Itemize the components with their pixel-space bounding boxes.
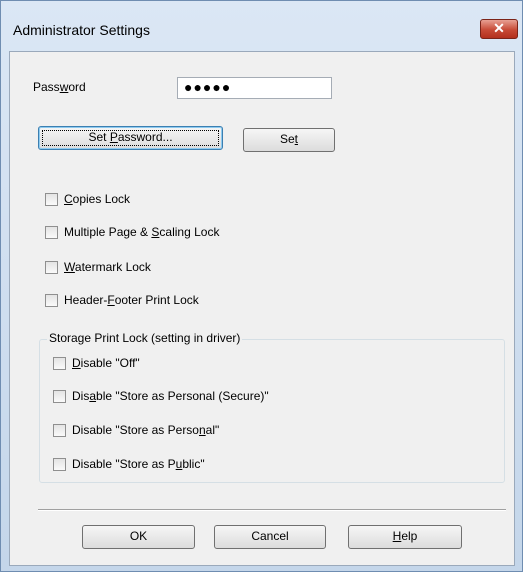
disable-off-checkbox[interactable]: Disable "Off": [53, 355, 140, 371]
checkbox-box[interactable]: [53, 390, 66, 403]
window-title: Administrator Settings: [13, 22, 150, 38]
close-button[interactable]: ✕: [480, 19, 518, 39]
dialog-window: Administrator Settings ✕ Password ●●●●● …: [0, 0, 523, 572]
disable-store-public-checkbox[interactable]: Disable "Store as Public": [53, 456, 205, 472]
copies-lock-checkbox[interactable]: Copies Lock: [45, 191, 130, 207]
multiple-page-scaling-lock-checkbox[interactable]: Multiple Page & Scaling Lock: [45, 224, 219, 240]
storage-print-lock-legend: Storage Print Lock (setting in driver): [47, 331, 243, 345]
dialog-client-area: Password ●●●●● Set Password... Set Copie…: [9, 51, 515, 566]
checkbox-box[interactable]: [45, 261, 58, 274]
set-button[interactable]: Set: [243, 128, 335, 152]
password-field[interactable]: ●●●●●: [177, 77, 332, 99]
checkbox-box[interactable]: [53, 424, 66, 437]
help-button[interactable]: Help: [348, 525, 462, 549]
checkbox-box[interactable]: [53, 458, 66, 471]
checkbox-box[interactable]: [53, 357, 66, 370]
set-password-button[interactable]: Set Password...: [38, 126, 223, 150]
ok-button[interactable]: OK: [82, 525, 195, 549]
checkbox-box[interactable]: [45, 294, 58, 307]
close-icon: ✕: [493, 20, 505, 36]
header-footer-print-lock-checkbox[interactable]: Header-Footer Print Lock: [45, 292, 199, 308]
disable-store-personal-checkbox[interactable]: Disable "Store as Personal": [53, 422, 219, 438]
checkbox-box[interactable]: [45, 193, 58, 206]
password-label: Password: [33, 80, 86, 94]
checkbox-box[interactable]: [45, 226, 58, 239]
watermark-lock-checkbox[interactable]: Watermark Lock: [45, 259, 151, 275]
cancel-button[interactable]: Cancel: [214, 525, 326, 549]
disable-store-personal-secure-checkbox[interactable]: Disable "Store as Personal (Secure)": [53, 388, 269, 404]
button-separator: [38, 509, 506, 511]
